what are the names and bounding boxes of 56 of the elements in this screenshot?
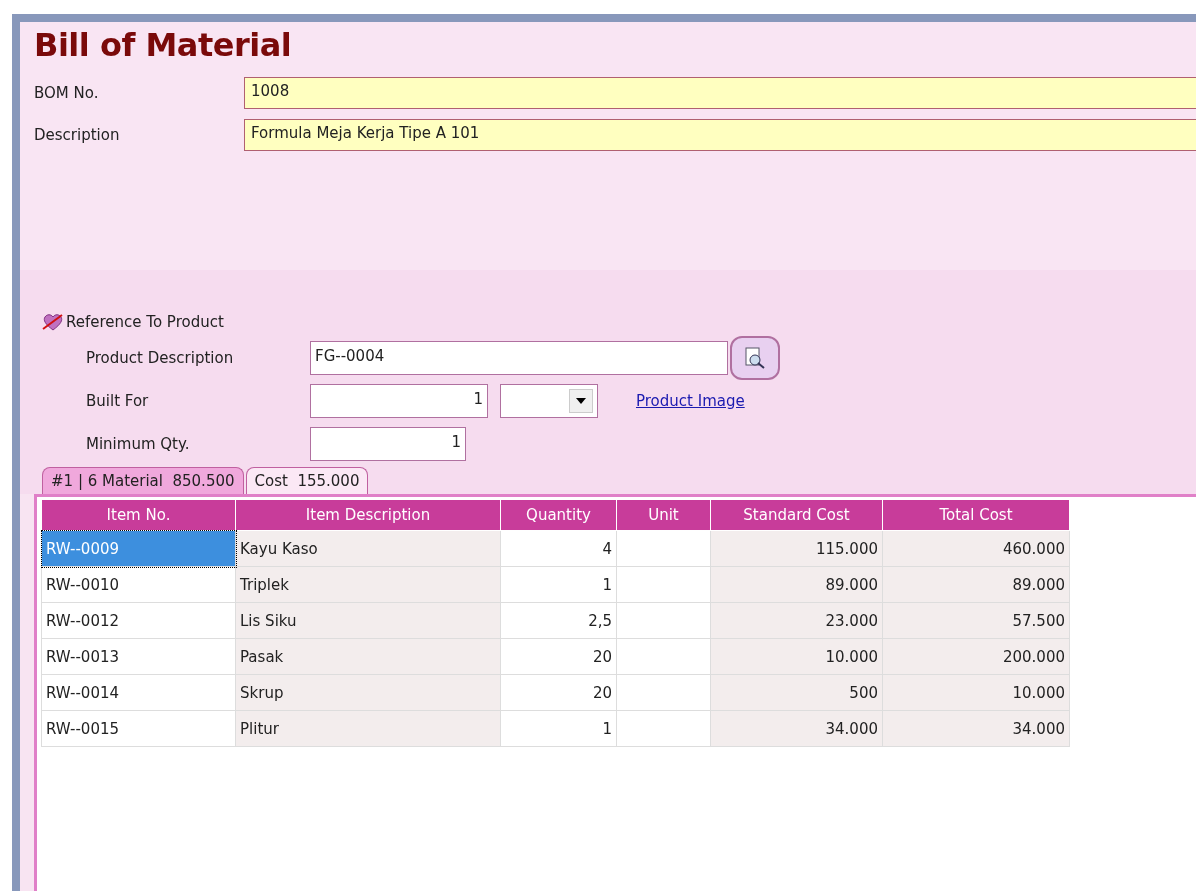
table-cell: RW--0010 — [41, 566, 236, 603]
table-cell: RW--0013 — [41, 638, 236, 675]
column-header[interactable]: Item Description — [235, 499, 501, 531]
tab[interactable]: #1 | 6 Material 850.500 — [42, 467, 244, 494]
table-cell: 10.000 — [882, 674, 1070, 711]
field-label: Minimum Qty. — [86, 434, 191, 453]
table-cell: 115.000 — [710, 530, 883, 567]
input-field[interactable]: 1008 — [244, 77, 1196, 109]
table-cell: RW--0009 — [41, 530, 236, 567]
table-cell: 2,5 — [500, 602, 617, 639]
field-label: BOM No. — [34, 84, 100, 102]
input-field[interactable]: 1 — [310, 383, 488, 418]
column-header[interactable]: Total Cost — [882, 499, 1070, 531]
table-cell: Lis Siku — [235, 602, 501, 639]
table-cell: Skrup — [235, 674, 501, 711]
table-cell: 57.500 — [882, 602, 1070, 639]
dropdown-arrow-icon — [576, 397, 586, 404]
table-cell: 500 — [710, 674, 883, 711]
table-cell: 10.000 — [710, 638, 883, 675]
table-cell: 4 — [500, 530, 617, 567]
table-cell: 1 — [500, 710, 617, 747]
column-header[interactable]: Quantity — [500, 499, 617, 531]
table-cell: RW--0012 — [41, 602, 236, 639]
table-cell: 20 — [500, 638, 617, 675]
table-cell: 89.000 — [882, 566, 1070, 603]
table-cell: 460.000 — [882, 530, 1070, 567]
table-cell: 20 — [500, 674, 617, 711]
field-label: Product Description — [86, 348, 235, 367]
input-field[interactable]: FG--0004 — [310, 340, 728, 375]
table-cell: 23.000 — [710, 602, 883, 639]
table-cell: RW--0015 — [41, 710, 236, 747]
field-label: Description — [34, 126, 121, 144]
document-magnifier-icon — [743, 345, 767, 370]
section-title: Reference To Product — [66, 313, 224, 331]
table-cell: 34.000 — [882, 710, 1070, 747]
table-cell: Triplek — [235, 566, 501, 603]
heart-arrow-icon — [42, 313, 64, 331]
field-label: Built For — [86, 391, 150, 410]
table-cell: RW--0014 — [41, 674, 236, 711]
table-cell: 1 — [500, 566, 617, 603]
tab[interactable]: Cost 155.000 — [245, 467, 369, 494]
form-title: Bill of Material — [34, 26, 293, 64]
table-cell: Kayu Kaso — [235, 530, 501, 567]
input-field[interactable]: Formula Meja Kerja Tipe A 101 — [244, 119, 1196, 151]
table-cell: 89.000 — [710, 566, 883, 603]
unit-dropdown[interactable] — [500, 383, 598, 418]
table-cell: Pasak — [235, 638, 501, 675]
table-cell: Plitur — [235, 710, 501, 747]
input-field[interactable]: 1 — [310, 426, 466, 461]
column-header[interactable]: Standard Cost — [710, 499, 883, 531]
product-image-link[interactable]: Product Image — [636, 391, 745, 410]
column-header[interactable]: Unit — [616, 499, 711, 531]
table-cell: 200.000 — [882, 638, 1070, 675]
table-cell: 34.000 — [710, 710, 883, 747]
lookup-button[interactable] — [730, 335, 780, 380]
column-header[interactable]: Item No. — [41, 499, 236, 531]
